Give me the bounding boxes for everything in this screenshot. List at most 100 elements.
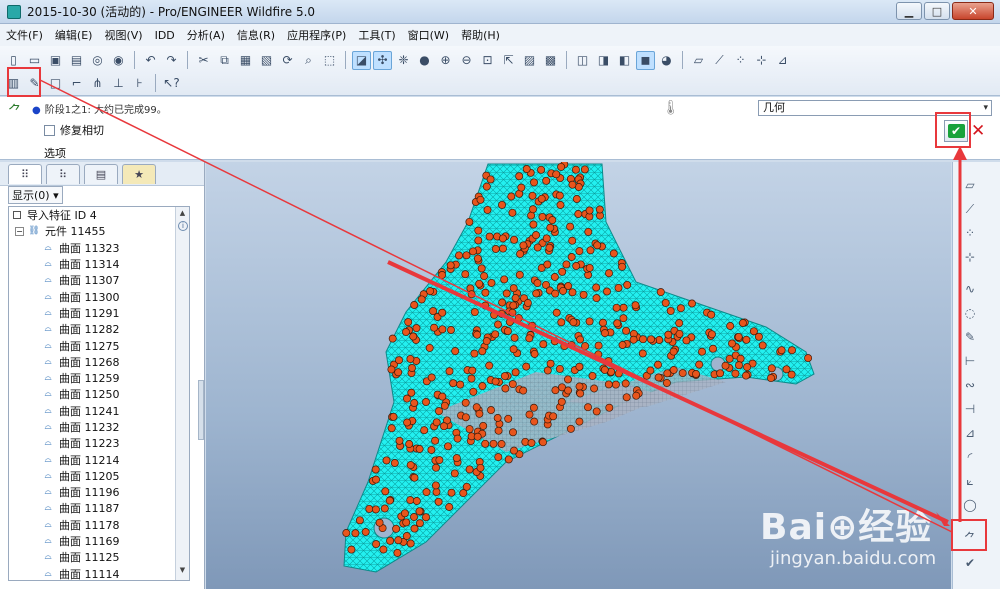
tree-surface-item[interactable]: ⌓ 曲面 11307	[9, 272, 189, 288]
email-link-icon[interactable]: ◉	[109, 51, 128, 70]
info-icon[interactable]: i	[178, 221, 188, 231]
round-tool-icon[interactable]: ◜	[961, 448, 979, 466]
print-icon[interactable]: ▤	[67, 51, 86, 70]
menu-info[interactable]: 信息(R)	[237, 27, 275, 43]
coord-sys-icon[interactable]: ⊹	[752, 51, 771, 70]
tree-surface-item[interactable]: ⌓ 曲面 11169	[9, 533, 189, 549]
close-button[interactable]: ✕	[952, 2, 994, 20]
paste-special-icon[interactable]: ▧	[257, 51, 276, 70]
restyle-tool-icon[interactable]: ⺈	[961, 528, 979, 546]
cancel-button[interactable]: ✕	[971, 121, 985, 141]
tree-surface-item[interactable]: ⌓ 曲面 11259	[9, 370, 189, 386]
datum-point-tool-icon[interactable]: ⁘	[961, 224, 979, 242]
show-dropdown[interactable]: 显示(0) ▾	[8, 186, 63, 204]
repair-tangency-option[interactable]: 修复相切	[44, 122, 104, 138]
tree-surface-item[interactable]: ⌓ 曲面 11241	[9, 403, 189, 419]
feature-box-icon[interactable]: □	[46, 74, 65, 93]
tree-surface-item[interactable]: ⌓ 曲面 11300	[9, 288, 189, 304]
tree-surface-item[interactable]: ⌓ 曲面 11125	[9, 549, 189, 565]
menu-view[interactable]: 视图(V)	[104, 27, 142, 43]
tab-folder-browser[interactable]: ▤	[84, 163, 118, 184]
menu-file[interactable]: 文件(F)	[6, 27, 43, 43]
tree-scrollbar[interactable]: ▲ i ▼	[175, 207, 189, 580]
menu-analysis[interactable]: 分析(A)	[187, 27, 225, 43]
tree-surface-item[interactable]: ⌓ 曲面 11250	[9, 386, 189, 402]
sketch-pencil-icon[interactable]: ✎	[25, 74, 44, 93]
filter-dropdown[interactable]: 几何 ▾	[758, 100, 992, 116]
tab-model-tree[interactable]: ⠿	[8, 163, 42, 184]
paste-icon[interactable]: ▦	[236, 51, 255, 70]
no-hidden-icon[interactable]: ◧	[615, 51, 634, 70]
tree-surface-item[interactable]: ⌓ 曲面 11223	[9, 435, 189, 451]
tree-surface-item[interactable]: ⌓ 曲面 11275	[9, 337, 189, 353]
maximize-button[interactable]: □	[924, 2, 950, 20]
tree-surface-item[interactable]: ⌓ 曲面 11323	[9, 240, 189, 256]
minimize-button[interactable]: ▁	[896, 2, 922, 20]
tree-surface-item[interactable]: ⌓ 曲面 11114	[9, 566, 189, 580]
tree-surface-item[interactable]: ⌓ 曲面 11214	[9, 451, 189, 467]
datum-plane-tool-icon[interactable]: ▱	[961, 176, 979, 194]
tree-surface-item[interactable]: ⌓ 曲面 11314	[9, 256, 189, 272]
revolve-tool-icon[interactable]: ∾	[961, 376, 979, 394]
feature-axis-icon[interactable]: ⊦	[130, 74, 149, 93]
tree-surface-item[interactable]: ⌓ 曲面 11268	[9, 354, 189, 370]
tab-layer-tree[interactable]: ⠷	[46, 163, 80, 184]
tab-favorites[interactable]: ★	[122, 163, 156, 184]
saved-views-icon[interactable]: ▨	[520, 51, 539, 70]
spin-center-icon[interactable]: ✣	[373, 50, 392, 70]
select-box-icon[interactable]: ⬚	[320, 51, 339, 70]
cut-icon[interactable]: ✂	[194, 51, 213, 70]
regenerate-icon[interactable]: ⟳	[278, 51, 297, 70]
sketch-tool-icon[interactable]: ✎	[961, 328, 979, 346]
repair-tangency-checkbox[interactable]	[44, 124, 55, 136]
tree-surface-item[interactable]: ⌓ 曲面 11282	[9, 321, 189, 337]
find-icon[interactable]: ⌕	[299, 51, 318, 70]
new-file-icon[interactable]: ▯	[4, 51, 23, 70]
save-icon[interactable]: ▣	[46, 51, 65, 70]
tree-surface-item[interactable]: ⌓ 曲面 11178	[9, 517, 189, 533]
extrude-tool-icon[interactable]: ⊢	[961, 352, 979, 370]
hole-tool-icon[interactable]: ◯	[961, 496, 979, 514]
restyle-icon[interactable]: ▥	[4, 74, 23, 93]
tree-surface-item[interactable]: ⌓ 曲面 11205	[9, 468, 189, 484]
redo-icon[interactable]: ↷	[162, 51, 181, 70]
hidden-line-icon[interactable]: ◨	[594, 51, 613, 70]
annotations-icon[interactable]: ⊿	[773, 51, 792, 70]
orient-icon[interactable]: ❈	[394, 51, 413, 70]
datum-planes-icon[interactable]: ▱	[689, 51, 708, 70]
feature-point-icon[interactable]: ⊥	[109, 74, 128, 93]
refit-icon[interactable]: ⊡	[478, 51, 497, 70]
tree-surface-item[interactable]: ⌓ 曲面 11196	[9, 484, 189, 500]
menu-idd[interactable]: IDD	[155, 29, 175, 42]
enhanced-realism-icon[interactable]: ◕	[657, 51, 676, 70]
tree-root[interactable]: 导入特征 ID 4	[9, 207, 189, 223]
menu-applications[interactable]: 应用程序(P)	[287, 27, 346, 43]
tree-component[interactable]: − ⛓ 元件 11455	[9, 223, 189, 239]
menu-help[interactable]: 帮助(H)	[461, 27, 500, 43]
reorient-icon[interactable]: ⇱	[499, 51, 518, 70]
scroll-up-icon[interactable]: ▲	[176, 209, 189, 221]
copy-icon[interactable]: ⧉	[215, 51, 234, 70]
panel-splitter[interactable]	[198, 380, 204, 440]
wireframe-icon[interactable]: ◫	[573, 51, 592, 70]
view-manager-icon[interactable]: ▩	[541, 51, 560, 70]
undo-icon[interactable]: ↶	[141, 51, 160, 70]
zoom-out-icon[interactable]: ⊖	[457, 51, 476, 70]
tree-surface-item[interactable]: ⌓ 曲面 11187	[9, 500, 189, 516]
tree-surface-item[interactable]: ⌓ 曲面 11232	[9, 419, 189, 435]
coord-sys-tool-icon[interactable]: ⊹	[961, 248, 979, 266]
feature-pattern-icon[interactable]: ⋔	[88, 74, 107, 93]
scroll-down-icon[interactable]: ▼	[176, 566, 189, 578]
datum-axes-icon[interactable]: ⟋	[710, 51, 729, 70]
curve-tool-icon[interactable]: ∿	[961, 280, 979, 298]
email-icon[interactable]: ◎	[88, 51, 107, 70]
menu-tools[interactable]: 工具(T)	[358, 27, 395, 43]
options-tab[interactable]: 选项	[44, 145, 66, 161]
datum-points-icon[interactable]: ⁘	[731, 51, 750, 70]
menu-window[interactable]: 窗口(W)	[408, 27, 449, 43]
feature-curve-icon[interactable]: ⌐	[67, 74, 86, 93]
tree-surface-item[interactable]: ⌓ 曲面 11291	[9, 305, 189, 321]
sweep-tool-icon[interactable]: ⊣	[961, 400, 979, 418]
zoom-in-icon[interactable]: ⊕	[436, 51, 455, 70]
datum-axis-tool-icon[interactable]: ⟋	[961, 200, 979, 218]
